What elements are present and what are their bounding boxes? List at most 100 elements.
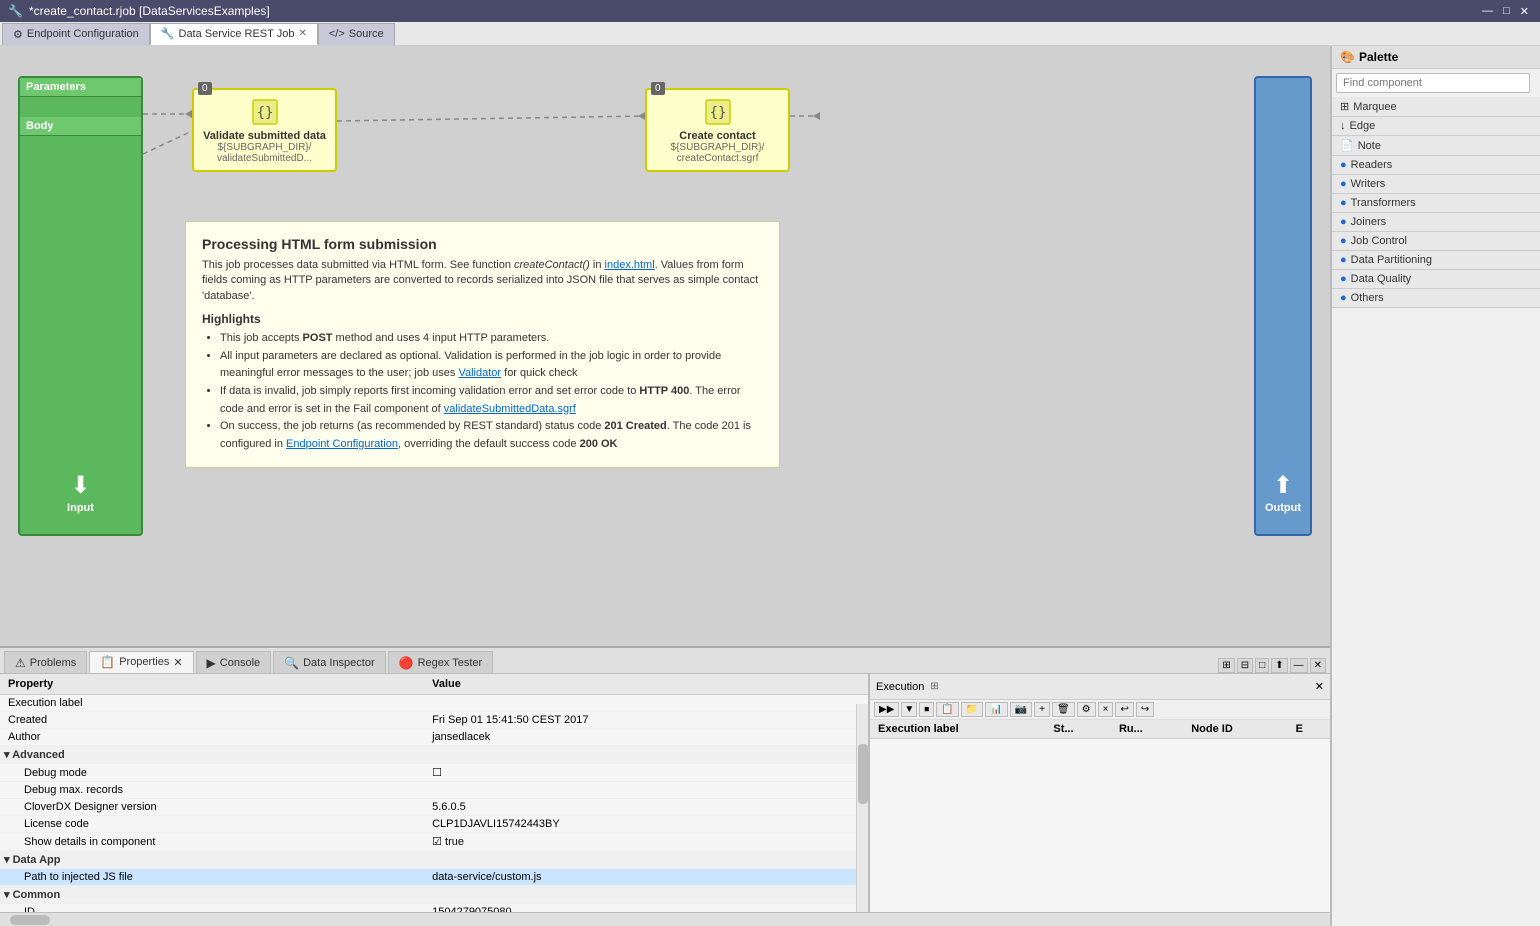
table-row: ID 1504279075080	[0, 904, 868, 913]
tab-console[interactable]: ▶ Console	[196, 651, 272, 673]
prop-key: Show details in component	[0, 833, 424, 851]
minimize-button[interactable]: —	[1479, 5, 1496, 18]
palette-search[interactable]	[1336, 73, 1536, 93]
prop-key: Execution label	[0, 695, 424, 712]
group-data-app: ▾ Data App	[0, 851, 868, 869]
palette-section-header-edge[interactable]: ↓ Edge	[1332, 117, 1540, 135]
col-property: Property	[0, 674, 424, 695]
tab-endpoint-configuration[interactable]: ⚙ Endpoint Configuration	[2, 23, 150, 45]
prop-key: CloverDX Designer version	[0, 799, 424, 816]
palette-section-joiners: ● Joiners	[1332, 213, 1540, 232]
validate-icon-wrap: {}	[200, 96, 329, 128]
exec-stop-btn[interactable]: ⏹	[919, 702, 934, 717]
palette-section-data-partitioning: ● Data Partitioning	[1332, 251, 1540, 270]
collapse-icon: ▾	[4, 749, 12, 761]
bottom-toolbar-btn-1[interactable]: ⊞	[1218, 658, 1234, 673]
validate-link[interactable]: validateSubmittedData.sgrf	[444, 403, 576, 415]
tab-source[interactable]: </> Source	[318, 23, 395, 45]
palette-section-header-note[interactable]: 📄 Note	[1332, 136, 1540, 155]
exec-redo-btn[interactable]: ↪	[1136, 702, 1154, 717]
output-node-bottom: ⬆ Output	[1265, 471, 1301, 514]
h-scrollbar[interactable]	[0, 912, 1330, 926]
table-row: Debug mode ☐	[0, 764, 868, 782]
prop-key: Debug mode	[0, 764, 424, 782]
note-link[interactable]: index.html	[605, 259, 655, 271]
palette-section-header-writers[interactable]: ● Writers	[1332, 175, 1540, 193]
tab-close-icon[interactable]: ✕	[298, 28, 306, 39]
create-contact-node[interactable]: 0 {} Create contact ${SUBGRAPH_DIR}/ cre…	[645, 88, 790, 172]
maximize-button[interactable]: □	[1500, 5, 1513, 18]
bottom-toolbar-btn-3[interactable]: □	[1255, 658, 1269, 673]
editor-tabs: ⚙ Endpoint Configuration 🔧 Data Service …	[0, 22, 1540, 46]
prop-key: Debug max. records	[0, 782, 424, 799]
properties-close-icon[interactable]: ✕	[173, 656, 182, 669]
bottom-toolbar-btn-2[interactable]: ⊟	[1237, 658, 1253, 673]
v-scroll-thumb[interactable]	[858, 744, 868, 804]
input-node[interactable]: Parameters Body ⬇ Input	[18, 76, 143, 536]
exec-cancel-btn[interactable]: ×	[1098, 702, 1114, 717]
exec-dropdown-btn[interactable]: ▼	[901, 702, 917, 717]
palette-section-header-data-partitioning[interactable]: ● Data Partitioning	[1332, 251, 1540, 269]
properties-panel[interactable]: Property Value Execution label Created	[0, 674, 870, 912]
group-label: ▾ Advanced	[0, 746, 868, 764]
properties-icon: 📋	[100, 655, 115, 669]
h-scroll-thumb[interactable]	[10, 915, 50, 925]
palette-section-header-job-control[interactable]: ● Job Control	[1332, 232, 1540, 250]
window-controls: — □ ✕	[1479, 5, 1532, 18]
graph-canvas[interactable]: Parameters Body ⬇ Input 0 {} Validate su…	[0, 46, 1330, 646]
palette-section-transformers: ● Transformers	[1332, 194, 1540, 213]
palette-section-header-readers[interactable]: ● Readers	[1332, 156, 1540, 174]
validate-path: ${SUBGRAPH_DIR}/ validateSubmittedD...	[200, 142, 329, 164]
endpoint-link[interactable]: Endpoint Configuration	[286, 438, 398, 450]
exec-delete-btn[interactable]: 🗑	[1052, 702, 1075, 717]
create-contact-path: ${SUBGRAPH_DIR}/ createContact.sgrf	[653, 142, 782, 164]
tab-data-service-rest-job[interactable]: 🔧 Data Service REST Job ✕	[150, 23, 318, 45]
execution-close-icon[interactable]: ✕	[1315, 680, 1324, 693]
palette-section-header-joiners[interactable]: ● Joiners	[1332, 213, 1540, 231]
exec-snapshot-btn[interactable]: 📷	[1010, 702, 1032, 717]
bottom-toolbar-btn-5[interactable]: —	[1290, 658, 1308, 673]
close-button[interactable]: ✕	[1517, 5, 1532, 18]
palette-section-header-data-quality[interactable]: ● Data Quality	[1332, 270, 1540, 288]
exec-paste-btn[interactable]: 📋	[936, 702, 958, 717]
palette-section-data-quality: ● Data Quality	[1332, 270, 1540, 289]
palette-section-header-transformers[interactable]: ● Transformers	[1332, 194, 1540, 212]
bottom-toolbar-btn-4[interactable]: ⬆	[1271, 658, 1287, 673]
input-node-bottom: ⬇ Input	[67, 471, 94, 514]
tab-properties[interactable]: 📋 Properties ✕	[89, 651, 193, 673]
execution-table: Execution label St... Ru... Node ID E	[870, 720, 1330, 739]
note-title: Processing HTML form submission	[202, 236, 763, 252]
validate-node[interactable]: 0 {} Validate submitted data ${SUBGRAPH_…	[192, 88, 337, 172]
palette-section-header-marquee[interactable]: ⊞ Marquee	[1332, 97, 1540, 116]
palette-section-note: 📄 Note	[1332, 136, 1540, 156]
bottom-toolbar-btn-6[interactable]: ✕	[1310, 658, 1326, 673]
job-control-label: Job Control	[1351, 235, 1407, 247]
exec-open-btn[interactable]: 📁	[961, 702, 983, 717]
palette-section-header-others[interactable]: ● Others	[1332, 289, 1540, 307]
exec-chart-btn[interactable]: 📊	[985, 702, 1007, 717]
exec-run-btn[interactable]: ▶▶	[874, 702, 899, 717]
app-icon: 🔧	[8, 4, 23, 18]
tab-regex-tester[interactable]: 🔴 Regex Tester	[388, 651, 494, 673]
readers-icon: ●	[1340, 159, 1347, 171]
exec-settings-btn[interactable]: ⚙	[1077, 702, 1096, 717]
exec-col-status: St...	[1045, 720, 1111, 739]
table-row-highlighted: Path to injected JS file data-service/cu…	[0, 869, 868, 886]
group-common: ▾ Common	[0, 886, 868, 904]
transformers-label: Transformers	[1351, 197, 1416, 209]
data-inspector-icon: 🔍	[284, 656, 299, 670]
svg-text:{}: {}	[709, 105, 726, 121]
tab-data-inspector[interactable]: 🔍 Data Inspector	[273, 651, 386, 673]
palette-panel: 🎨 Palette ⊞ Marquee ↓ Edge 📄 Note	[1330, 46, 1540, 926]
prop-value: Fri Sep 01 15:41:50 CEST 2017	[424, 712, 868, 729]
table-row: Author jansedlacek	[0, 729, 868, 746]
palette-search-input[interactable]	[1336, 73, 1530, 93]
palette-title: Palette	[1359, 50, 1398, 64]
tab-problems[interactable]: ⚠ Problems	[4, 651, 87, 673]
table-row: Execution label	[0, 695, 868, 712]
output-node[interactable]: ⬆ Output	[1254, 76, 1312, 536]
validator-link[interactable]: Validator	[458, 367, 501, 379]
exec-undo-btn[interactable]: ↩	[1115, 702, 1133, 717]
exec-add-btn[interactable]: +	[1034, 702, 1050, 717]
v-scrollbar[interactable]	[856, 704, 868, 912]
